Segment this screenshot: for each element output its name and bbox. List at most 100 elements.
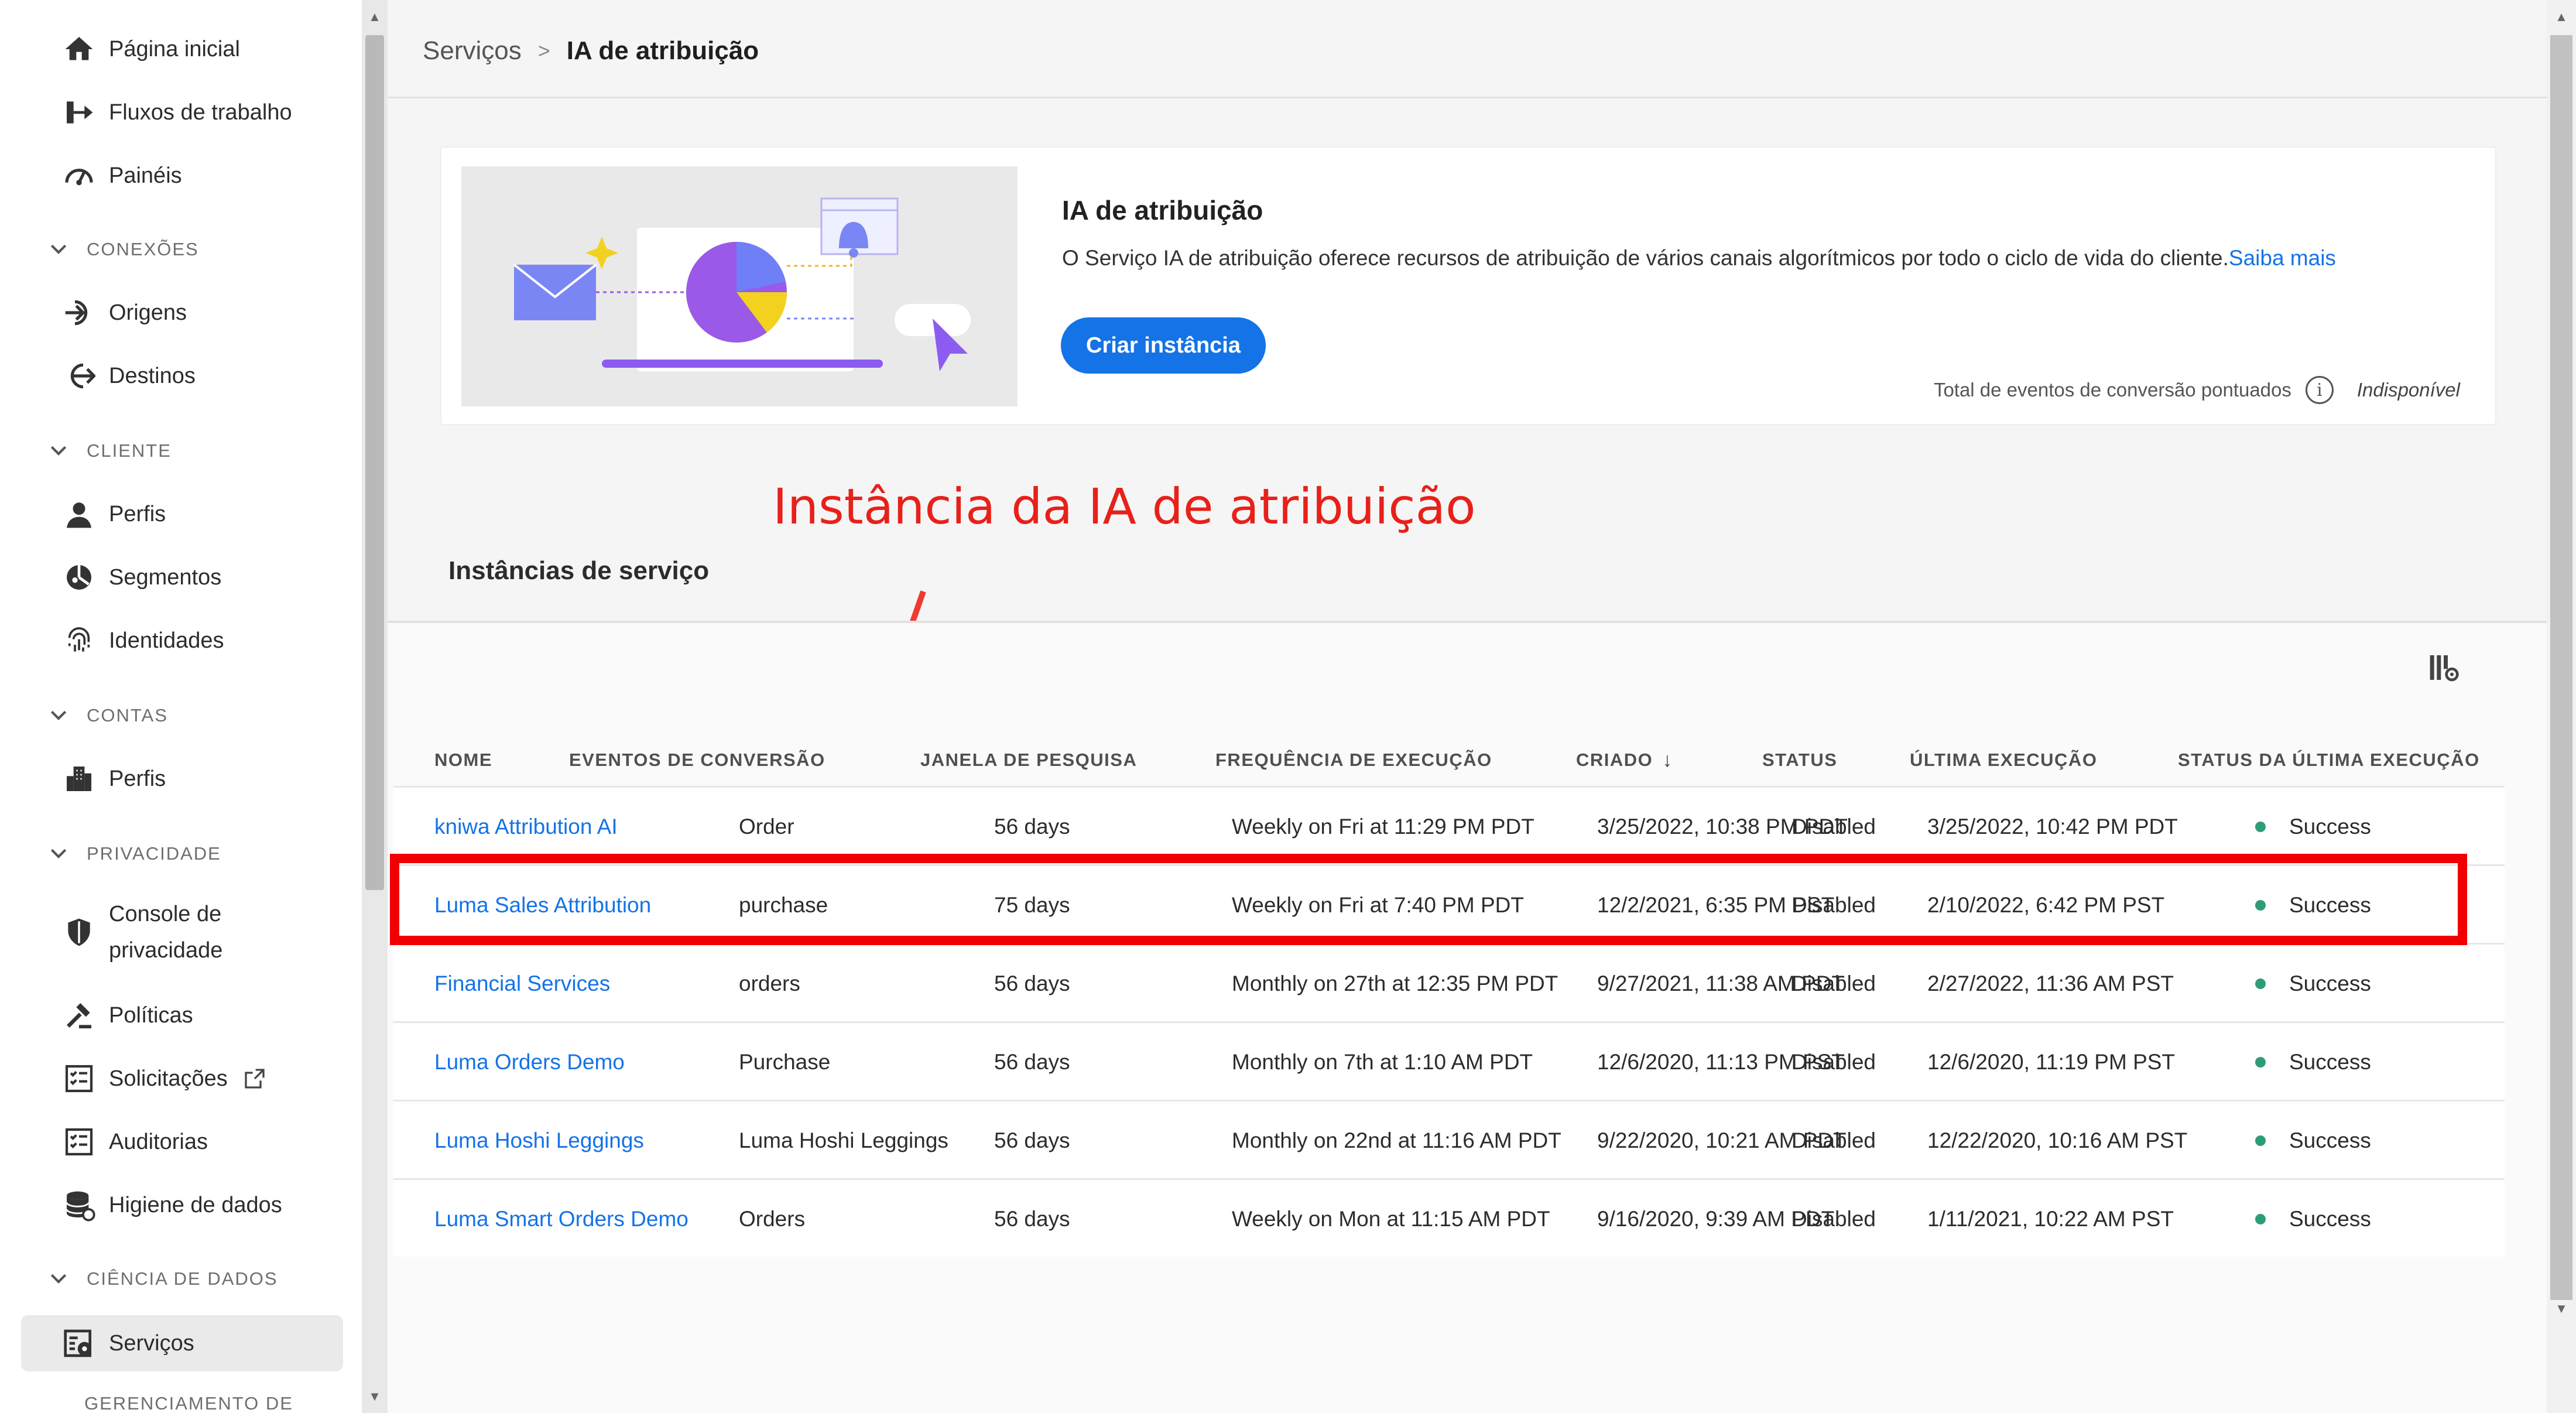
nav-item-identities[interactable]: Identidades [21, 613, 343, 669]
column-header-conversion-events[interactable]: EVENTOS DE CONVERSÃO [569, 734, 825, 786]
nav-item-segments[interactable]: Segmentos [21, 549, 343, 605]
column-header-run-frequency[interactable]: FREQUÊNCIA DE EXECUÇÃO [1215, 734, 1492, 786]
column-header-last-run-status[interactable]: STATUS DA ÚLTIMA EXECUÇÃO [2178, 734, 2480, 786]
conversion-event: orders [739, 971, 800, 995]
chevron-down-icon [50, 849, 67, 858]
destinations-icon [59, 358, 100, 394]
service-description-text: O Serviço IA de atribuição oferece recur… [1062, 246, 2229, 270]
conversion-event: Purchase [739, 1050, 831, 1074]
scroll-down-icon[interactable]: ▼ [362, 1388, 388, 1405]
main-content: Serviços > IA de atribuição IA de atribu… [388, 0, 2547, 1413]
column-header-name[interactable]: NOME [434, 734, 492, 786]
table-row[interactable]: kniwa Attribution AI Order 56 days Weekly o… [393, 786, 2505, 864]
nav-item-label: Fluxos de trabalho [109, 100, 292, 125]
last-run-status-cell: Success [2255, 945, 2371, 1023]
success-status-dot-icon [2255, 1135, 2266, 1146]
external-link-icon [245, 1069, 265, 1089]
fingerprint-icon [59, 623, 100, 658]
sidebar-scrollbar[interactable]: ▲ ▼ [362, 0, 388, 1413]
nav-item-label: Auditorias [109, 1130, 208, 1154]
nav-item-destinations[interactable]: Destinos [21, 348, 343, 404]
scrollbar-thumb[interactable] [365, 35, 384, 890]
annotation-label: Instância da IA de atribuição [773, 478, 1476, 535]
learn-more-link[interactable]: Saiba mais [2229, 246, 2336, 270]
instance-name-link[interactable]: Luma Hoshi Leggings [434, 1101, 644, 1180]
column-header-lookback-window[interactable]: JANELA DE PESQUISA [920, 734, 1137, 786]
last-run-status: Success [2289, 1128, 2371, 1152]
scroll-up-icon[interactable]: ▲ [2547, 8, 2576, 26]
section-header-connections[interactable]: CONEXÕES [47, 232, 199, 267]
chevron-down-icon [50, 710, 67, 720]
last-run-status: Success [2289, 971, 2371, 995]
nav-item-data-hygiene[interactable]: Higiene de dados [21, 1177, 343, 1233]
sources-icon [59, 295, 100, 330]
section-header-data-science[interactable]: CIÊNCIA DE DADOS [47, 1261, 278, 1296]
nav-item-dashboards[interactable]: Painéis [21, 148, 343, 204]
section-header-management[interactable]: GERENCIAMENTO DE [47, 1394, 293, 1413]
breadcrumb-services-link[interactable]: Serviços [423, 36, 522, 66]
nav-item-sources[interactable]: Origens [21, 285, 343, 341]
nav-item-audits[interactable]: Auditorias [21, 1114, 343, 1170]
last-run-status-cell: Success [2255, 1101, 2371, 1180]
nav-item-policies[interactable]: Políticas [21, 987, 343, 1044]
breadcrumb-current: IA de atribuição [566, 36, 759, 65]
success-status-dot-icon [2255, 979, 2266, 989]
nav-item-label: Destinos [109, 364, 196, 388]
user-icon [59, 497, 100, 532]
sort-descending-icon[interactable]: ↓ [1662, 749, 1673, 772]
nav-item-profiles[interactable]: Perfis [21, 486, 343, 542]
service-description: O Serviço IA de atribuição oferece recur… [1062, 246, 2336, 271]
section-label: CONTAS [87, 705, 168, 726]
nav-item-services[interactable]: Serviços [21, 1315, 343, 1371]
chevron-down-icon [50, 244, 67, 254]
last-run-status-cell: Success [2255, 1180, 2371, 1258]
lookback-window: 56 days [994, 971, 1070, 995]
nav-item-account-profiles[interactable]: Perfis [21, 751, 343, 807]
info-icon[interactable]: i [2305, 376, 2334, 404]
scroll-down-icon[interactable]: ▼ [2547, 1300, 2576, 1318]
section-header-privacy[interactable]: PRIVACIDADE [47, 836, 221, 871]
table-row[interactable]: Luma Orders Demo Purchase 56 days Monthly o… [393, 1021, 2505, 1100]
last-run-status: Success [2289, 815, 2371, 839]
column-settings-icon[interactable] [2427, 651, 2460, 684]
building-icon [59, 761, 100, 796]
nav-item-label: Painéis [109, 163, 182, 188]
chevron-down-icon [50, 446, 67, 456]
success-status-dot-icon [2255, 1214, 2266, 1224]
last-run-date: 1/11/2021, 10:22 AM PST [1927, 1207, 2174, 1231]
column-header-status[interactable]: STATUS [1762, 734, 1837, 786]
database-icon [59, 1188, 100, 1223]
scroll-up-icon[interactable]: ▲ [362, 8, 388, 26]
column-header-last-run[interactable]: ÚLTIMA EXECUÇÃO [1910, 734, 2097, 786]
scrollbar-thumb[interactable] [2550, 35, 2572, 1300]
nav-item-label: Console de [109, 902, 222, 926]
nav-item-privacy-console[interactable]: Console de privacidade [21, 891, 343, 973]
instance-name-link[interactable]: Luma Orders Demo [434, 1023, 625, 1101]
nav-item-label: Perfis [109, 502, 166, 526]
instance-name-link[interactable]: Luma Smart Orders Demo [434, 1180, 688, 1258]
section-label: CIÊNCIA DE DADOS [87, 1268, 278, 1289]
nav-item-requests[interactable]: Solicitações [21, 1051, 343, 1107]
section-header-customer[interactable]: CLIENTE [47, 433, 172, 468]
main-scrollbar[interactable]: ▲ ▼ [2547, 0, 2576, 1413]
create-instance-button[interactable]: Criar instância [1061, 317, 1266, 374]
checklist-icon [59, 1061, 100, 1096]
table-row[interactable]: Luma Smart Orders Demo Orders 56 days Weekl… [393, 1178, 2505, 1257]
table-row[interactable]: Financial Services orders 56 days Monthly o… [393, 943, 2505, 1021]
shield-icon [59, 915, 100, 950]
table-header: NOME EVENTOS DE CONVERSÃO JANELA DE PESQ… [393, 734, 2505, 786]
success-status-dot-icon [2255, 822, 2266, 832]
section-header-accounts[interactable]: CONTAS [47, 698, 168, 733]
nav-item-workflows[interactable]: Fluxos de trabalho [21, 84, 343, 141]
nav-item-home[interactable]: Página inicial [21, 21, 343, 77]
segments-icon [59, 560, 100, 595]
table-row[interactable]: Luma Hoshi Leggings Luma Hoshi Leggings 56… [393, 1100, 2505, 1178]
metric-value: Indisponível [2356, 379, 2460, 401]
column-header-created[interactable]: CRIADO ↓ [1576, 734, 1673, 786]
instance-name-link[interactable]: Financial Services [434, 945, 610, 1023]
checklist-icon [59, 1124, 100, 1159]
services-icon [59, 1326, 100, 1361]
nav-item-label-line2: privacidade [109, 938, 223, 963]
instance-status: Disabled [1791, 971, 1876, 995]
section-label: GERENCIAMENTO DE [84, 1394, 293, 1413]
